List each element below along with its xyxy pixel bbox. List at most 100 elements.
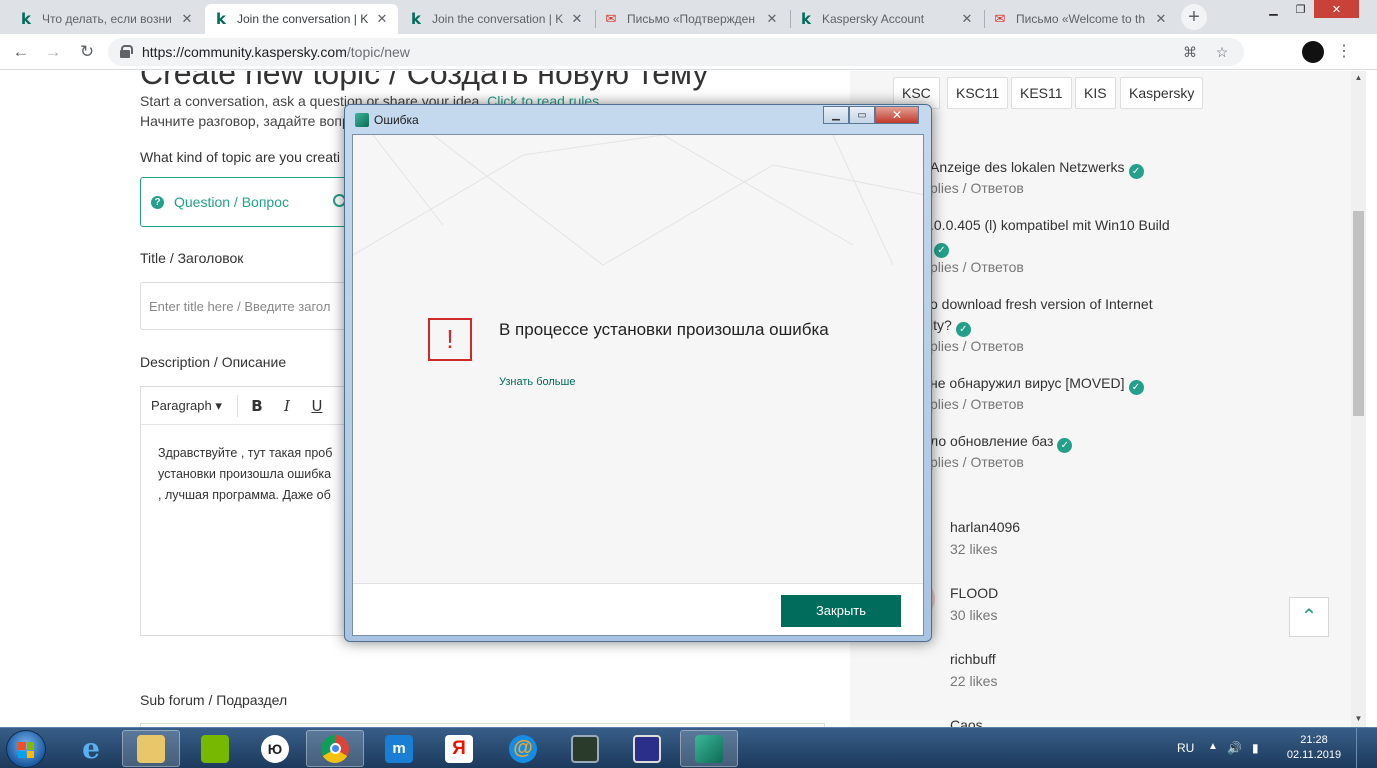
kaspersky-k-icon: k bbox=[21, 10, 31, 28]
sidebar-topic-replies: plies / Ответов bbox=[930, 338, 1024, 354]
scrollbar-thumb[interactable] bbox=[1353, 211, 1364, 416]
save-disk-icon[interactable] bbox=[618, 730, 676, 767]
nvidia-icon[interactable] bbox=[186, 730, 244, 767]
language-indicator[interactable]: RU bbox=[1177, 741, 1194, 755]
editor-content[interactable]: Здравствуйте , тут такая проб установки … bbox=[158, 443, 332, 506]
sidebar-topic-replies: plies / Ответов bbox=[930, 259, 1024, 275]
dialog-window-controls: ▁ ▭ ✕ bbox=[823, 106, 919, 124]
lock-icon bbox=[120, 45, 133, 58]
sidebar-topic-title[interactable]: .0.0.405 (l) kompatibel mit Win10 Build bbox=[930, 217, 1170, 233]
monitor-glyph bbox=[571, 734, 599, 763]
sidebar-topic-title[interactable]: не обнаружил вирус [MOVED] ✓ bbox=[930, 375, 1144, 395]
forward-arrow-icon[interactable]: → bbox=[42, 41, 64, 63]
leaderboard-user[interactable]: richbuff 22 likes bbox=[950, 651, 997, 689]
leaderboard-user[interactable]: harlan4096 32 likes bbox=[950, 519, 1020, 557]
translate-icon[interactable]: ⌘ bbox=[1181, 43, 1199, 61]
error-dialog: Ошибка ▁ ▭ ✕ ! В процессе установки прои… bbox=[344, 104, 932, 642]
toolbar-separator bbox=[237, 395, 238, 417]
back-arrow-icon[interactable]: ← bbox=[10, 41, 32, 63]
leaderboard-user[interactable]: Caos bbox=[950, 717, 983, 727]
topic-type-selector[interactable]: ? Question / Вопрос bbox=[140, 177, 370, 227]
profile-avatar[interactable] bbox=[1302, 41, 1324, 63]
kaspersky-k-icon: k bbox=[411, 10, 421, 28]
explorer-icon[interactable] bbox=[122, 730, 180, 767]
chrome-icon[interactable] bbox=[306, 730, 364, 767]
start-button[interactable] bbox=[6, 730, 46, 768]
network-signal-icon[interactable]: ▮ bbox=[1252, 741, 1259, 755]
gmail-icon: ✉ bbox=[605, 11, 617, 27]
kaspersky-taskbar-icon[interactable] bbox=[680, 730, 738, 767]
tab-close-icon[interactable]: ✕ bbox=[179, 11, 195, 27]
address-bar[interactable]: https://community.kaspersky.com/topic/ne… bbox=[108, 38, 1244, 66]
tray-expand-icon[interactable]: ▲ bbox=[1208, 741, 1218, 752]
browser-tab[interactable]: ✉ Письмо «Welcome to th ✕ bbox=[984, 4, 1177, 34]
sidebar-topic-title[interactable]: ло обновление баз ✓ bbox=[930, 433, 1073, 453]
italic-button[interactable]: I bbox=[277, 396, 297, 416]
topic-type-question[interactable]: ? Question / Вопрос bbox=[151, 194, 289, 210]
mail-agent-icon[interactable]: @ bbox=[494, 730, 552, 767]
sidebar-topic-replies: plies / Ответов bbox=[930, 396, 1024, 412]
show-desktop-button[interactable] bbox=[1356, 728, 1377, 768]
browser-tab[interactable]: k Kaspersky Account ✕ bbox=[790, 4, 983, 34]
kaspersky-glyph bbox=[695, 734, 723, 763]
underline-button[interactable]: U bbox=[307, 396, 327, 416]
volume-icon[interactable]: 🔊 bbox=[1227, 741, 1242, 755]
tag-chip[interactable]: KIS bbox=[1075, 77, 1116, 109]
page-title: Create new topic / Создать новую тему bbox=[140, 71, 709, 91]
browser-tab-active[interactable]: k Join the conversation | K ✕ bbox=[205, 4, 398, 34]
sidebar-topic-replies: plies / Ответов bbox=[930, 180, 1024, 196]
maxthon-icon[interactable]: m bbox=[370, 730, 428, 767]
window-close-icon[interactable]: ✕ bbox=[1314, 0, 1359, 18]
tag-chip[interactable]: KSC11 bbox=[947, 77, 1009, 109]
minimize-icon[interactable]: ▁ bbox=[1260, 0, 1287, 18]
maximize-icon[interactable]: ▭ bbox=[849, 106, 875, 124]
dialog-close-icon[interactable]: ✕ bbox=[875, 106, 919, 124]
sidebar-topic-title[interactable]: Anzeige des lokalen Netzwerks ✓ bbox=[930, 159, 1144, 179]
error-message: В процессе установки произошла ошибка bbox=[499, 320, 829, 339]
question-icon: ? bbox=[151, 195, 164, 209]
browser-tab[interactable]: k Join the conversation | K ✕ bbox=[400, 4, 593, 34]
task-manager-icon[interactable] bbox=[556, 730, 614, 767]
system-clock[interactable]: 21:28 02.11.2019 bbox=[1282, 733, 1346, 763]
title-input[interactable]: Enter title here / Введите загол bbox=[140, 282, 370, 330]
windows-logo-icon bbox=[18, 742, 34, 758]
new-tab-button[interactable]: + bbox=[1181, 4, 1207, 30]
sidebar-topic-title[interactable]: o download fresh version of Internet bbox=[930, 296, 1153, 312]
internet-explorer-icon[interactable]: e bbox=[62, 730, 120, 767]
leaderboard-user[interactable]: FLOOD 30 likes bbox=[950, 585, 998, 623]
restore-icon[interactable]: ❐ bbox=[1287, 0, 1314, 18]
scroll-up-icon[interactable]: ▲ bbox=[1351, 73, 1366, 82]
background-pattern bbox=[353, 135, 923, 266]
yu-app-icon[interactable]: Ю bbox=[246, 730, 304, 767]
page-scrollbar[interactable]: ▲ ▼ bbox=[1351, 71, 1366, 727]
window-controls: ▁ ❐ ✕ bbox=[1260, 0, 1359, 18]
paragraph-dropdown[interactable]: Paragraph ▾ bbox=[151, 398, 222, 414]
browser-tab[interactable]: ✉ Письмо «Подтвержден ✕ bbox=[595, 4, 788, 34]
url-text[interactable]: https://community.kaspersky.com/topic/ne… bbox=[142, 44, 410, 60]
tab-close-icon[interactable]: ✕ bbox=[569, 11, 585, 27]
sidebar-topic-title[interactable]: ity? ✓ bbox=[930, 317, 971, 337]
dialog-body: ! В процессе установки произошла ошибка … bbox=[352, 134, 924, 636]
tag-chip[interactable]: Kaspersky bbox=[1120, 77, 1204, 109]
tab-close-icon[interactable]: ✕ bbox=[374, 11, 390, 27]
yandex-icon[interactable]: Я bbox=[430, 730, 488, 767]
browser-toolbar: ← → ↻ https://community.kaspersky.com/to… bbox=[0, 34, 1377, 70]
learn-more-link[interactable]: Узнать больше bbox=[499, 376, 575, 388]
tab-close-icon[interactable]: ✕ bbox=[1153, 11, 1169, 27]
scroll-down-icon[interactable]: ▼ bbox=[1351, 714, 1366, 723]
reload-icon[interactable]: ↻ bbox=[76, 41, 98, 63]
tab-close-icon[interactable]: ✕ bbox=[764, 11, 780, 27]
dialog-footer: Закрыть bbox=[353, 583, 923, 635]
solved-check-icon: ✓ bbox=[1128, 380, 1144, 395]
back-to-top-button[interactable]: ⌃ bbox=[1289, 597, 1329, 637]
close-button[interactable]: Закрыть bbox=[781, 595, 901, 627]
topic-kind-label: What kind of topic are you creati bbox=[140, 149, 340, 165]
maxthon-glyph: m bbox=[385, 734, 413, 763]
star-bookmark-icon[interactable]: ☆ bbox=[1213, 43, 1231, 61]
minimize-icon[interactable]: ▁ bbox=[823, 106, 849, 124]
tag-chip[interactable]: KES11 bbox=[1011, 77, 1072, 109]
bold-button[interactable]: B bbox=[247, 396, 267, 416]
browser-tab[interactable]: k Что делать, если возни ✕ bbox=[10, 4, 203, 34]
tab-close-icon[interactable]: ✕ bbox=[959, 11, 975, 27]
browser-menu-icon[interactable]: ⋮ bbox=[1336, 41, 1352, 63]
